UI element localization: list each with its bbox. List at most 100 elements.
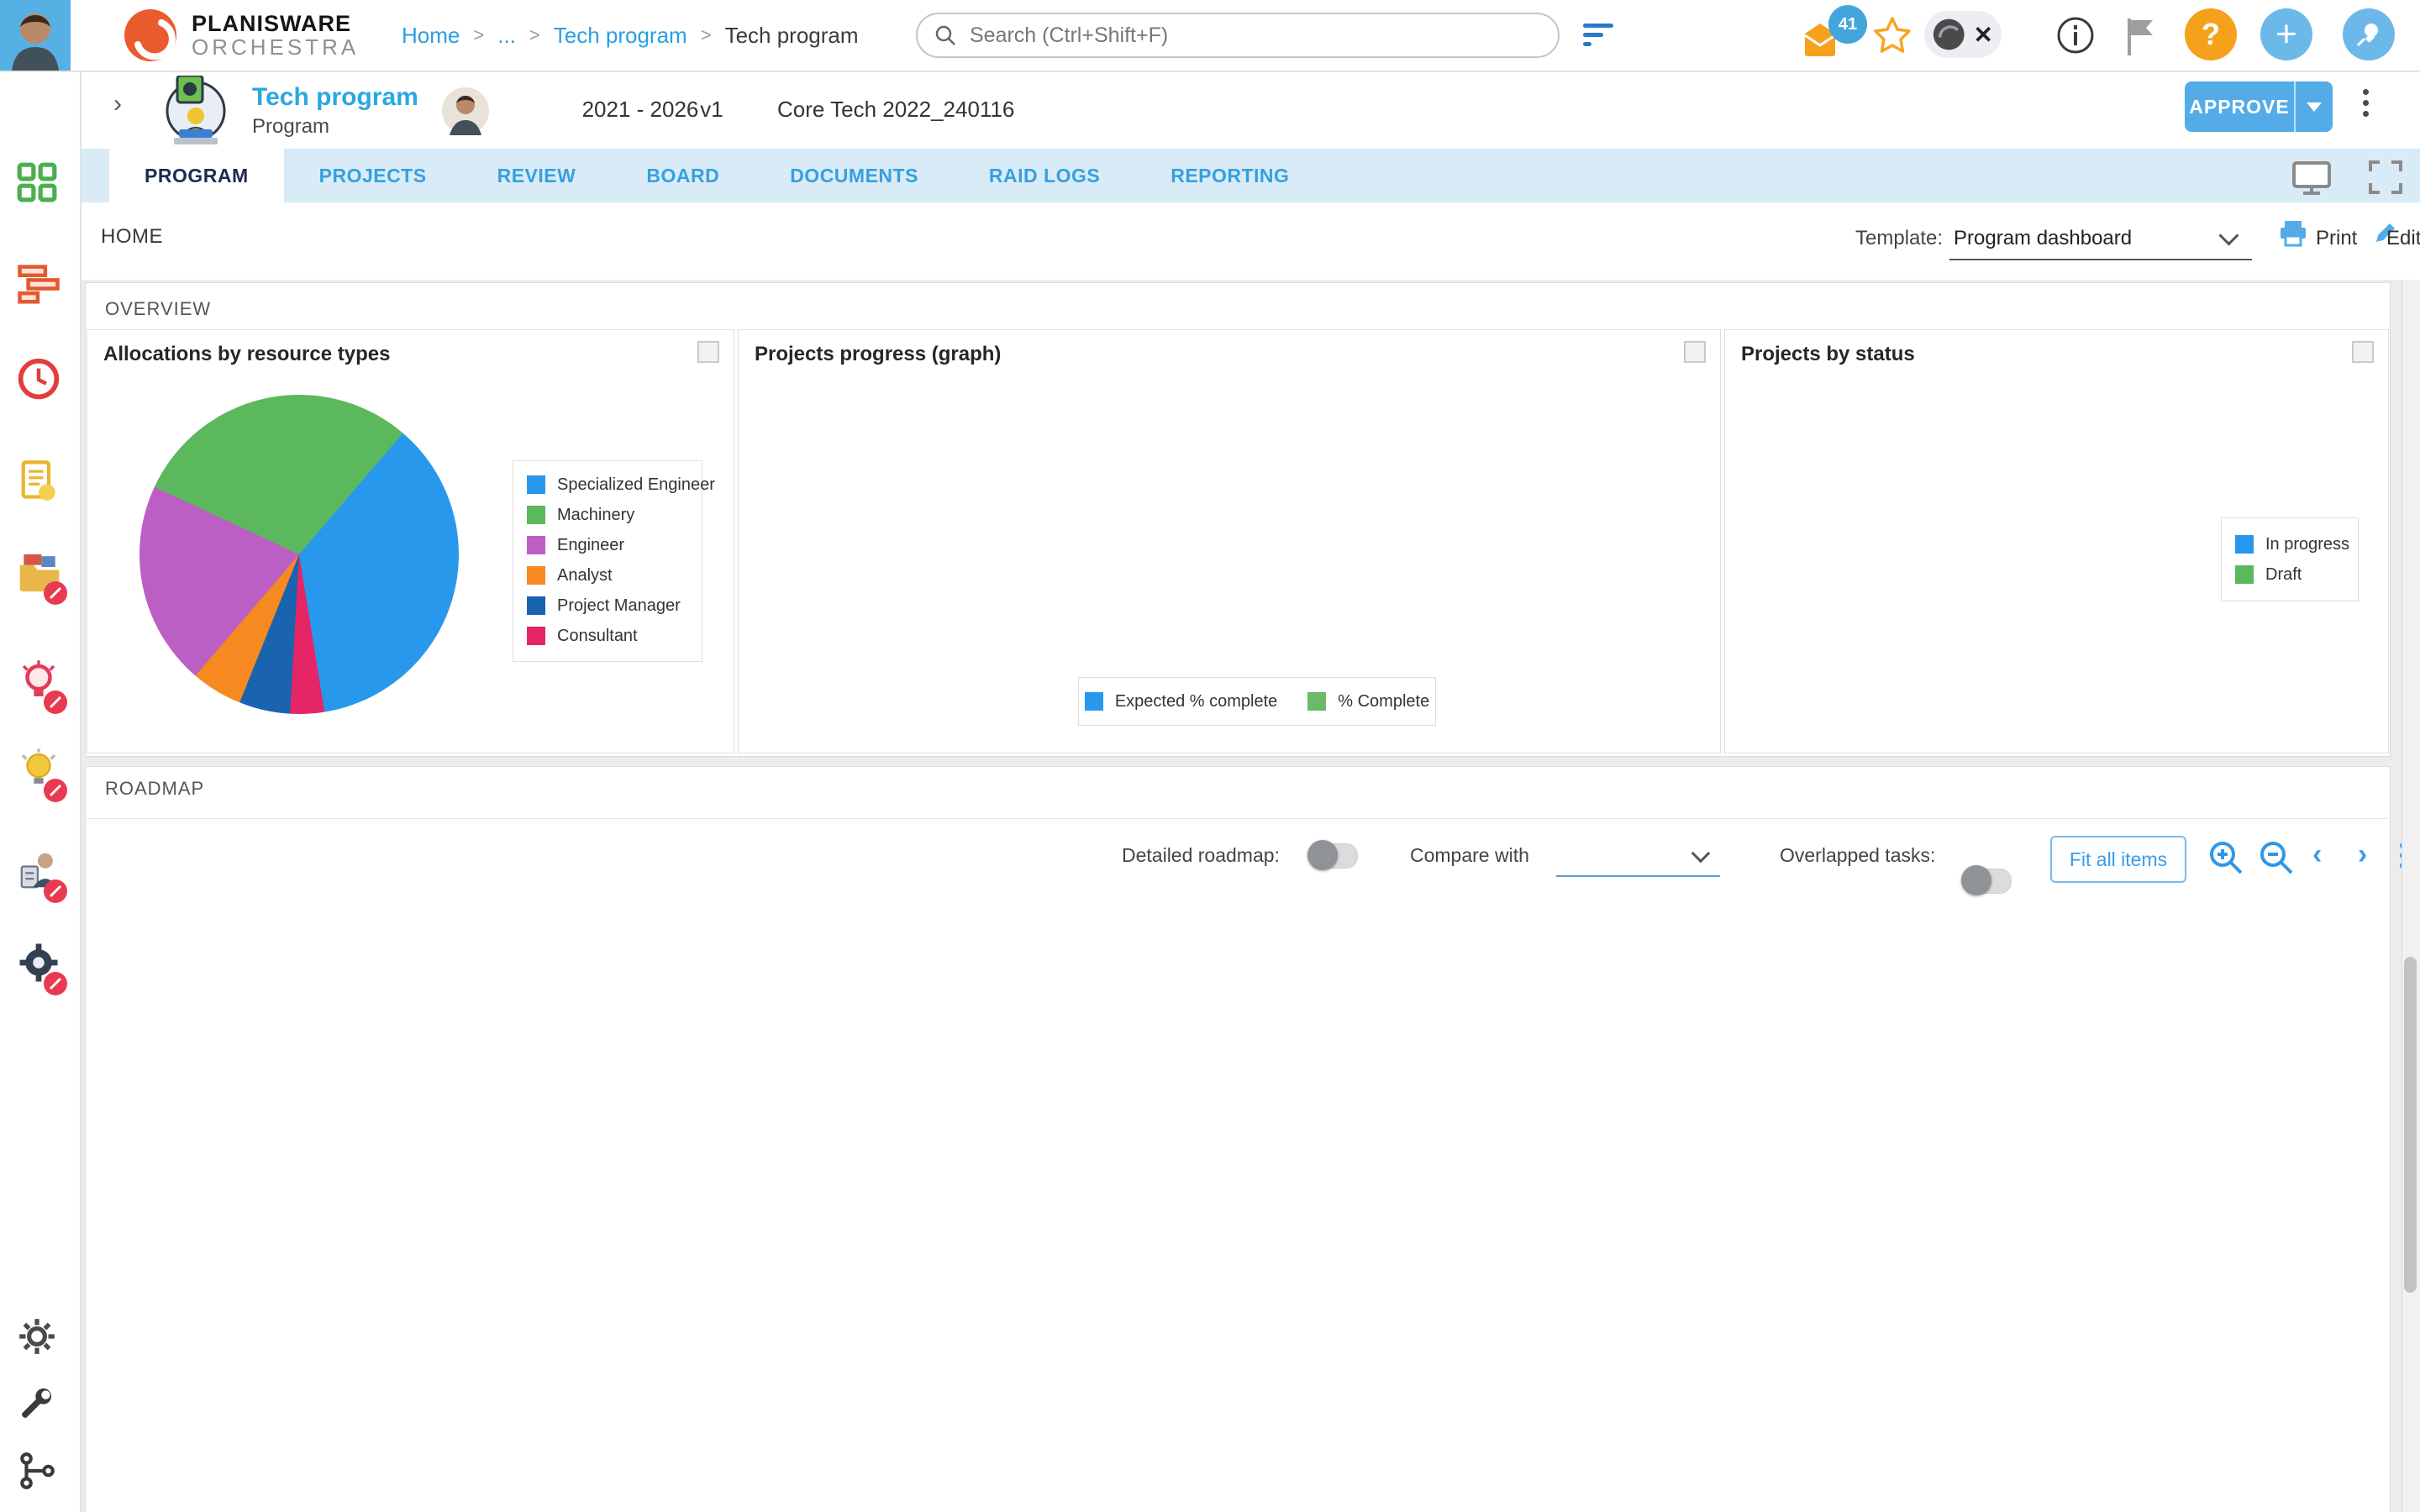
pie-chart[interactable] [139, 395, 459, 714]
collapse-chevron-icon[interactable]: › [113, 90, 122, 118]
header-menu-kebab-icon[interactable] [2363, 84, 2369, 122]
legend-item[interactable]: Consultant [527, 621, 702, 651]
settings-gear-icon[interactable] [16, 1315, 63, 1362]
legend-swatch [2235, 565, 2254, 584]
legend-item[interactable]: Machinery [527, 500, 702, 530]
template-select-value[interactable]: Program dashboard [1954, 227, 2132, 250]
planisware-logo-icon[interactable] [124, 9, 176, 61]
legend-item[interactable]: Engineer [527, 530, 702, 560]
print-icon[interactable] [2279, 220, 2307, 251]
legend-label: In progress [2265, 535, 2349, 554]
legend-swatch [527, 506, 545, 524]
edit-button[interactable]: Edit [2386, 227, 2420, 250]
breadcrumb-home[interactable]: Home [402, 23, 460, 49]
edit-badge-icon [44, 972, 67, 995]
tab-raid-logs[interactable]: RAID LOGS [954, 149, 1135, 202]
close-icon[interactable]: ✕ [1974, 21, 1993, 49]
tab-documents[interactable]: DOCUMENTS [755, 149, 954, 202]
breadcrumb: Home > ... > Tech program > Tech program [402, 0, 859, 71]
widget-export-icon[interactable] [697, 341, 719, 363]
legend-swatch [1307, 692, 1326, 711]
template-label: Template: [1855, 227, 1943, 250]
breadcrumb-separator: > [473, 24, 484, 46]
legend-label: Analyst [557, 566, 613, 585]
widget-export-icon[interactable] [1684, 341, 1706, 363]
breadcrumb-tech-program[interactable]: Tech program [554, 23, 687, 49]
pin-icon[interactable] [2343, 8, 2395, 60]
avatar-photo [0, 0, 71, 71]
tab-projects[interactable]: PROJECTS [284, 149, 462, 202]
allocations-widget-title: Allocations by resource types [103, 343, 390, 366]
legend-item[interactable]: Analyst [527, 560, 702, 591]
add-icon[interactable]: + [2260, 8, 2312, 60]
approve-dropdown-arrow[interactable] [2294, 81, 2333, 132]
legend-label: Expected % complete [1115, 692, 1277, 711]
search-input[interactable] [968, 23, 1518, 49]
status-legend: In progress Draft [2221, 517, 2359, 601]
allocations-legend: Specialized Engineer Machinery Engineer Ana… [513, 460, 702, 662]
gantt-module-icon[interactable] [16, 262, 63, 309]
template-select-underline [1949, 259, 2252, 260]
legend-swatch [527, 596, 545, 615]
legend-label: Machinery [557, 506, 634, 525]
legend-item[interactable]: Expected % complete [1085, 686, 1277, 717]
legend-item[interactable]: % Complete [1307, 686, 1429, 717]
module-tabs: PROGRAM PROJECTS REVIEW BOARD DOCUMENTS … [80, 149, 2420, 202]
overview-section-title: OVERVIEW [105, 298, 211, 320]
legend-label: Project Manager [557, 596, 681, 616]
logo-line1: PLANISWARE [192, 12, 359, 35]
program-title: Tech program [252, 83, 418, 112]
legend-item[interactable]: In progress [2235, 529, 2358, 559]
owner-avatar[interactable] [441, 87, 490, 139]
notification-badge: 41 [1828, 5, 1867, 44]
flag-icon[interactable] [2124, 17, 2158, 60]
legend-swatch [2235, 535, 2254, 554]
user-avatar[interactable] [0, 0, 71, 71]
widget-export-icon[interactable] [2352, 341, 2374, 363]
scrollbar-thumb[interactable] [2404, 957, 2417, 1293]
tab-reporting[interactable]: REPORTING [1135, 149, 1324, 202]
workflow-branch-icon[interactable] [16, 1450, 63, 1497]
breadcrumb-separator: > [701, 24, 712, 46]
logo-line2: ORCHESTRA [192, 35, 359, 59]
apps-grid-icon[interactable] [16, 161, 63, 208]
forms-module-icon[interactable] [16, 459, 63, 506]
legend-label: Draft [2265, 565, 2302, 585]
edit-badge-icon [44, 690, 67, 714]
program-header: › Tech program Program 2021 - 2026 v1 Co… [80, 71, 2420, 149]
status-widget-title: Projects by status [1741, 343, 1915, 366]
time-tracking-icon[interactable] [16, 356, 63, 403]
print-button[interactable]: Print [2316, 227, 2357, 250]
chevron-down-icon [2307, 102, 2322, 112]
planisware-logo-text: PLANISWARE ORCHESTRA [192, 12, 359, 59]
legend-swatch [1085, 692, 1103, 711]
info-icon[interactable] [2055, 15, 2096, 60]
edit-badge-icon [44, 779, 67, 802]
tab-board[interactable]: BOARD [611, 149, 755, 202]
present-screen-icon[interactable] [2292, 161, 2331, 199]
program-subtitle: Program [252, 115, 418, 139]
favorites-star-icon[interactable] [1872, 15, 1912, 60]
legend-swatch [527, 475, 545, 494]
legend-swatch [527, 627, 545, 645]
tab-review[interactable]: REVIEW [462, 149, 612, 202]
approve-button[interactable]: APPROVE [2185, 81, 2294, 132]
session-pill[interactable]: ✕ [1924, 11, 2002, 58]
legend-swatch [527, 566, 545, 585]
tab-program[interactable]: PROGRAM [109, 149, 284, 202]
search-box[interactable] [916, 13, 1560, 58]
help-icon[interactable]: ? [2185, 8, 2237, 60]
program-version: v1 [676, 97, 747, 123]
legend-item[interactable]: Specialized Engineer [527, 470, 702, 500]
fullscreen-icon[interactable] [2368, 160, 2403, 199]
session-avatar-icon [1933, 16, 1965, 53]
program-code: Core Tech 2022_240116 [777, 97, 1014, 123]
filter-icon[interactable] [1583, 24, 1613, 51]
scrollbar-track[interactable] [2402, 280, 2420, 1512]
legend-item[interactable]: Draft [2235, 559, 2358, 590]
tools-wrench-icon[interactable] [16, 1383, 63, 1430]
breadcrumb-ellipsis[interactable]: ... [497, 23, 516, 49]
program-thumbnail[interactable] [157, 76, 229, 149]
legend-label: % Complete [1338, 692, 1429, 711]
legend-item[interactable]: Project Manager [527, 591, 702, 621]
